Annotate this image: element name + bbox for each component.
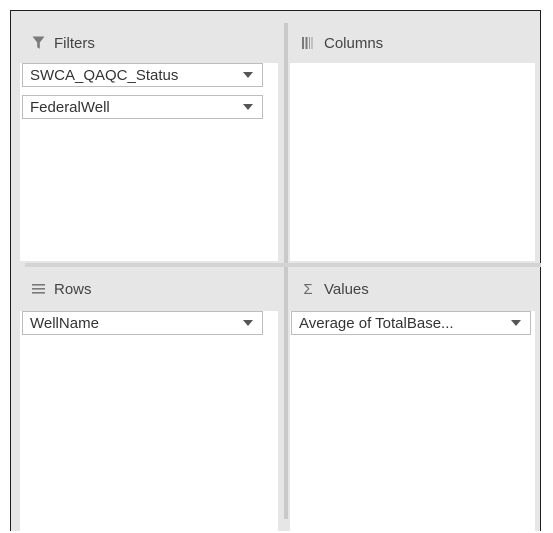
columns-area-header: Columns [290, 23, 535, 63]
columns-icon [300, 35, 316, 51]
filters-area: Filters SWCA_QAQC_Status FederalWell [20, 23, 278, 261]
pivot-field-areas-panel: Filters SWCA_QAQC_Status FederalWell Col… [10, 10, 541, 531]
values-area-title: Values [324, 280, 369, 298]
filters-area-header: Filters [20, 23, 278, 63]
field-chip-label: FederalWell [30, 98, 110, 116]
filters-area-title: Filters [54, 34, 95, 52]
field-chip-label: WellName [30, 314, 99, 332]
columns-area-title: Columns [324, 34, 384, 52]
field-chip-average-of-totalbase[interactable]: Average of TotalBase... [291, 311, 531, 335]
rows-area-header: Rows [20, 269, 278, 309]
chevron-down-icon[interactable] [234, 64, 262, 86]
columns-drop-zone[interactable] [290, 63, 535, 261]
chevron-down-icon[interactable] [234, 312, 262, 334]
rows-drop-zone[interactable]: WellName [20, 311, 278, 531]
rows-area-title: Rows [54, 280, 92, 298]
rows-icon [30, 281, 46, 297]
values-drop-zone[interactable]: Average of TotalBase... [290, 311, 535, 531]
values-area-header: Σ Values [290, 269, 535, 309]
columns-area: Columns [290, 23, 535, 261]
horizontal-splitter[interactable] [25, 263, 541, 267]
rows-area: Rows WellName [20, 269, 278, 531]
filters-drop-zone[interactable]: SWCA_QAQC_Status FederalWell [20, 63, 278, 261]
filter-icon [30, 35, 46, 51]
field-chip-federalwell[interactable]: FederalWell [22, 95, 263, 119]
sigma-icon: Σ [303, 280, 313, 298]
chevron-down-icon[interactable] [502, 312, 530, 334]
vertical-splitter[interactable] [284, 23, 288, 519]
values-area: Σ Values Average of TotalBase... [290, 269, 535, 531]
field-chip-wellname[interactable]: WellName [22, 311, 263, 335]
field-chip-label: SWCA_QAQC_Status [30, 66, 179, 84]
field-chip-label: Average of TotalBase... [299, 314, 454, 332]
field-chip-swca-qaqc-status[interactable]: SWCA_QAQC_Status [22, 63, 263, 87]
chevron-down-icon[interactable] [234, 96, 262, 118]
